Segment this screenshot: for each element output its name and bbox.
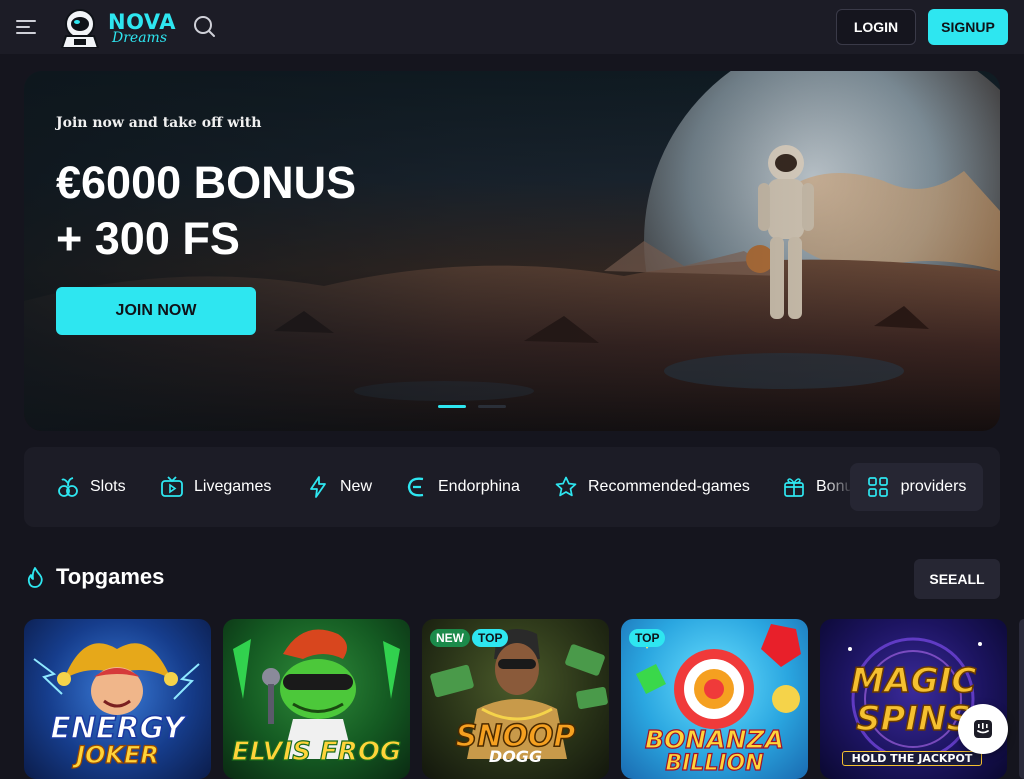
category-label: New [340,478,373,495]
game-title-line2: DOGG [488,747,543,766]
search-icon [194,16,215,37]
game-card-snoop-dogg[interactable]: NEW TOP SNOOP DOGG [422,619,609,779]
category-label: Recommended-games [588,478,750,495]
see-all-button[interactable]: SEEALL [914,559,1000,599]
providers-button[interactable]: providers [850,463,983,511]
slots-icon [58,477,78,497]
category-slots[interactable]: Slots [56,447,126,527]
hero-banner[interactable]: Join now and take off with €6000 BONUS +… [24,71,1000,431]
hero-subtitle: Join now and take off with [56,115,262,131]
category-endorphina[interactable]: Endorphina [404,447,520,527]
search-button[interactable] [192,14,218,40]
game-card-elvis-frog[interactable]: ELVIS FROG [223,619,410,779]
menu-line [16,32,36,34]
game-title-line1: MAGIC [850,660,977,702]
tv-icon [161,476,183,497]
game-tagline: HOLD THE JACKPOT [842,751,982,766]
topgames-heading: Topgames [24,564,164,590]
flame-icon [27,567,43,588]
category-label: Slots [90,478,126,495]
game-card-magic-spins[interactable]: MAGIC SPINS HOLD THE JACKPOT [820,619,1007,779]
game-title-line1: ELVIS FROG [231,736,402,767]
signup-button[interactable]: SIGNUP [928,9,1008,45]
logo-script: Dreams [112,30,168,46]
star-icon [555,476,577,497]
menu-line [16,26,30,28]
hero-title: €6000 BONUS + 300 FS [56,155,356,267]
lightning-icon [310,476,326,498]
game-card-energy-joker[interactable]: ENERGY JOKER [24,619,211,779]
game-title-line2: BILLION [665,750,764,776]
hero-title-line2: + 300 FS [56,213,240,264]
grid-icon [867,477,888,497]
login-button[interactable]: LOGIN [836,9,916,45]
logo[interactable]: NOVA Dreams [56,8,175,49]
game-card-bonanza-billion[interactable]: TOP BONANZA BILLION [621,619,808,779]
category-livegames[interactable]: Livegames [160,447,271,527]
chat-icon [974,720,992,738]
carousel-dot-2[interactable] [478,405,506,408]
badge-top: TOP [629,629,666,647]
providers-label: providers [900,478,967,495]
top-header: NOVA Dreams LOGIN SIGNUP [0,0,1024,54]
menu-line [16,20,36,22]
game-card-partial[interactable] [1019,619,1024,779]
badge-top: TOP [472,629,509,647]
game-title-line1: BONANZA [644,724,784,754]
topgames-title: Topgames [56,564,165,589]
endorphina-icon [407,477,424,497]
support-chat-button[interactable] [958,704,1008,754]
category-label: Livegames [194,478,272,495]
hero-title-line1: €6000 BONUS [56,157,357,208]
category-label: Endorphina [438,478,520,495]
join-now-button[interactable]: JOIN NOW [56,287,256,335]
category-recommended-games[interactable]: Recommended-games [554,447,750,527]
astronaut-logo-icon [60,9,100,49]
badge-new: NEW [430,629,470,647]
carousel-dots [438,405,506,408]
category-new[interactable]: New [306,447,372,527]
gift-icon [784,478,804,497]
category-bar: Slots Livegames New Endorphina Recommend… [24,447,1000,527]
hamburger-menu-button[interactable] [16,15,40,39]
carousel-dot-1[interactable] [438,405,466,408]
game-title-line2: JOKER [75,740,159,769]
